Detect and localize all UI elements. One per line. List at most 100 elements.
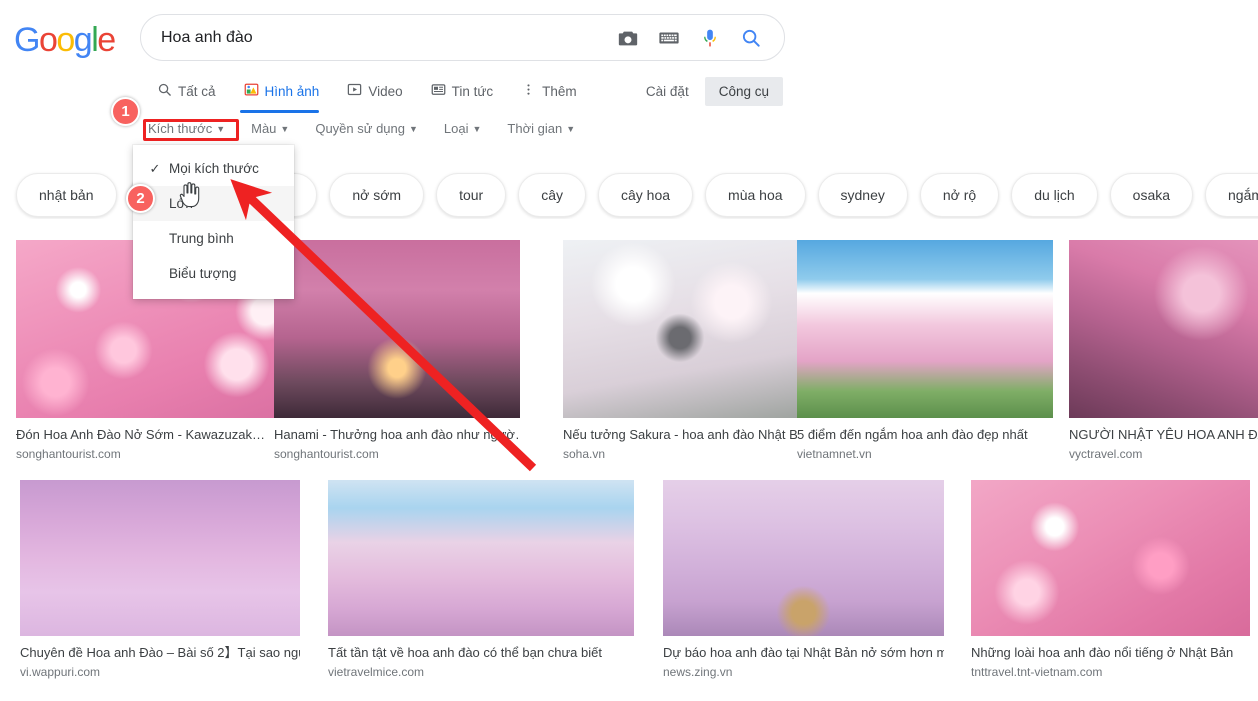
nav-tab-label: Video [368,83,403,99]
search-icon[interactable] [740,27,762,49]
filter-quyền-sử-dụng[interactable]: Quyền sử dụng ▼ [315,121,418,136]
size-filter-dropdown[interactable]: ✓ Mọi kích thước Lớn Trung bình Biểu tượng [133,145,294,299]
result-source-domain: news.zing.vn [663,665,733,679]
chevron-down-icon: ▼ [472,124,482,134]
filter-label: Kích thước [148,121,213,136]
image-result-tile[interactable]: Chuyên đề Hoa anh Đào – Bài số 2】Tại sao… [20,480,300,680]
google-images-search-page: Google Hoa anh đào Tất cả Hình ảnh Video… [0,0,1258,701]
search-chip[interactable]: nhật bản [16,173,117,217]
news-icon [431,82,446,100]
size-option-label: Biểu tượng [169,266,237,281]
nav-tab-video[interactable]: Video [347,74,416,108]
keyboard-icon[interactable] [658,27,680,49]
result-source-domain: songhantourist.com [274,447,379,461]
tools-button[interactable]: Công cụ [704,77,783,106]
camera-icon[interactable] [617,27,639,49]
result-thumbnail[interactable] [328,480,634,636]
more-vertical-icon [521,82,536,100]
image-result-tile[interactable]: Nếu tưởng Sakura - hoa anh đào Nhật B… so… [563,240,797,462]
result-title[interactable]: Hanami - Thưởng hoa anh đào như ngườ… [274,427,520,443]
image-result-tile[interactable]: 5 điểm đến ngắm hoa anh đào đẹp nhất viet… [797,240,1053,462]
result-title[interactable]: Tất tần tật về hoa anh đào có thể bạn ch… [328,645,634,661]
settings-link[interactable]: Cài đặt [636,77,699,106]
result-title[interactable]: Chuyên đề Hoa anh Đào – Bài số 2】Tại sao… [20,645,300,661]
search-chip[interactable]: tour [436,173,507,217]
image-result-tile[interactable]: Dự báo hoa anh đào tại Nhật Bản nở sớm h… [663,480,944,680]
search-chip[interactable]: nở sớm [329,173,425,217]
search-box-icons [617,27,784,49]
search-nav-bar: Tất cả Hình ảnh Video Tin tức Thêm Cài đặt C… [0,74,1258,114]
size-option-0[interactable]: ✓ Mọi kích thước [133,151,294,186]
search-chip[interactable]: ngắm hoa [1205,173,1258,217]
logo-letter-5: e [97,21,116,59]
nav-tab-thêm[interactable]: Thêm [521,74,591,108]
image-result-tile[interactable]: Những loài hoa anh đào nổi tiếng ở Nhật … [971,480,1250,680]
result-title[interactable]: Những loài hoa anh đào nổi tiếng ở Nhật … [971,645,1250,661]
nav-tab-label: Hình ảnh [264,83,320,99]
result-title[interactable]: Đón Hoa Anh Đào Nở Sớm - Kawazuzak… [16,427,299,443]
search-chip[interactable]: osaka [1109,173,1194,217]
filter-label: Loại [443,121,469,136]
chevron-down-icon: ▼ [566,124,576,134]
nav-tab-label: Tất cả [178,83,216,99]
image-result-tile[interactable]: NGƯỜI NHẬT YÊU HOA ANH ĐÀO Đ vyctravel.co… [1069,240,1258,462]
size-option-3[interactable]: Biểu tượng [133,256,294,291]
size-option-label: Lớn [169,196,193,211]
result-thumbnail[interactable] [663,480,944,636]
logo-letter-0: G [14,21,40,59]
result-thumbnail[interactable] [971,480,1250,636]
result-thumbnail[interactable] [563,240,797,418]
size-option-label: Trung bình [169,231,234,246]
filter-màu[interactable]: Màu ▼ [251,121,289,136]
result-source-domain: vi.wappuri.com [20,665,101,679]
nav-tab-tất-cả[interactable]: Tất cả [157,74,230,108]
result-source-domain: songhantourist.com [16,447,121,461]
microphone-icon[interactable] [699,27,721,49]
checkmark-icon: ✓ [149,160,161,176]
nav-tabs: Tất cả Hình ảnh Video Tin tức Thêm [157,74,605,113]
image-result-tile[interactable]: Tất tần tật về hoa anh đào có thể bạn ch… [328,480,634,680]
image-icon [244,82,259,100]
annotation-badge-2: 2 [126,184,155,213]
search-chip[interactable]: sydney [817,173,908,217]
search-chip[interactable]: cây [518,173,586,217]
result-thumbnail[interactable] [274,240,520,418]
filter-kích-thước[interactable]: Kích thước ▼ [148,121,225,136]
result-title[interactable]: NGƯỜI NHẬT YÊU HOA ANH ĐÀO Đ [1069,427,1258,443]
search-chip[interactable]: mùa hoa [705,173,806,217]
search-input[interactable] [141,15,617,60]
filter-thời-gian[interactable]: Thời gian ▼ [507,121,575,136]
chevron-down-icon: ▼ [409,124,418,134]
page-header: Google [0,0,1258,72]
search-chip[interactable]: du lịch [1011,173,1098,217]
size-option-1[interactable]: Lớn [133,186,294,221]
size-option-2[interactable]: Trung bình [133,221,294,256]
google-logo[interactable]: Google [14,21,116,60]
chevron-down-icon: ▼ [280,124,290,134]
logo-letter-3: g [73,21,93,59]
size-option-label: Mọi kích thước [169,161,259,176]
nav-tab-hình-ảnh[interactable]: Hình ảnh [239,74,334,113]
image-filter-bar: Kích thước ▼ Màu ▼ Quyền sử dụng ▼ Loại ▼ Thời g… [148,121,601,136]
nav-tab-tin-tức[interactable]: Tin tức [431,74,508,108]
nav-tab-label: Thêm [542,83,577,99]
logo-letter-1: o [38,21,58,59]
result-source-domain: vietravelmice.com [328,665,425,679]
result-title[interactable]: Dự báo hoa anh đào tại Nhật Bản nở sớm h… [663,645,944,661]
result-source-domain: vyctravel.com [1069,447,1143,461]
search-chip[interactable]: cây hoa [597,173,694,217]
result-title[interactable]: 5 điểm đến ngắm hoa anh đào đẹp nhất [797,427,1053,443]
image-result-tile[interactable]: Hanami - Thưởng hoa anh đào như ngườ… son… [274,240,520,462]
result-thumbnail[interactable] [20,480,300,636]
result-source-domain: tnttravel.tnt-vietnam.com [971,665,1103,679]
filter-loại[interactable]: Loại ▼ [444,121,482,136]
search-chip[interactable]: nở rộ [919,173,1000,217]
annotation-badge-1: 1 [111,97,140,126]
result-thumbnail[interactable] [797,240,1053,418]
filter-label: Thời gian [507,121,563,136]
result-source-domain: vietnamnet.vn [797,447,872,461]
result-title[interactable]: Nếu tưởng Sakura - hoa anh đào Nhật B… [563,427,797,443]
nav-right-controls: Cài đặt Công cụ [636,77,783,106]
search-box[interactable] [140,14,785,61]
result-thumbnail[interactable] [1069,240,1258,418]
